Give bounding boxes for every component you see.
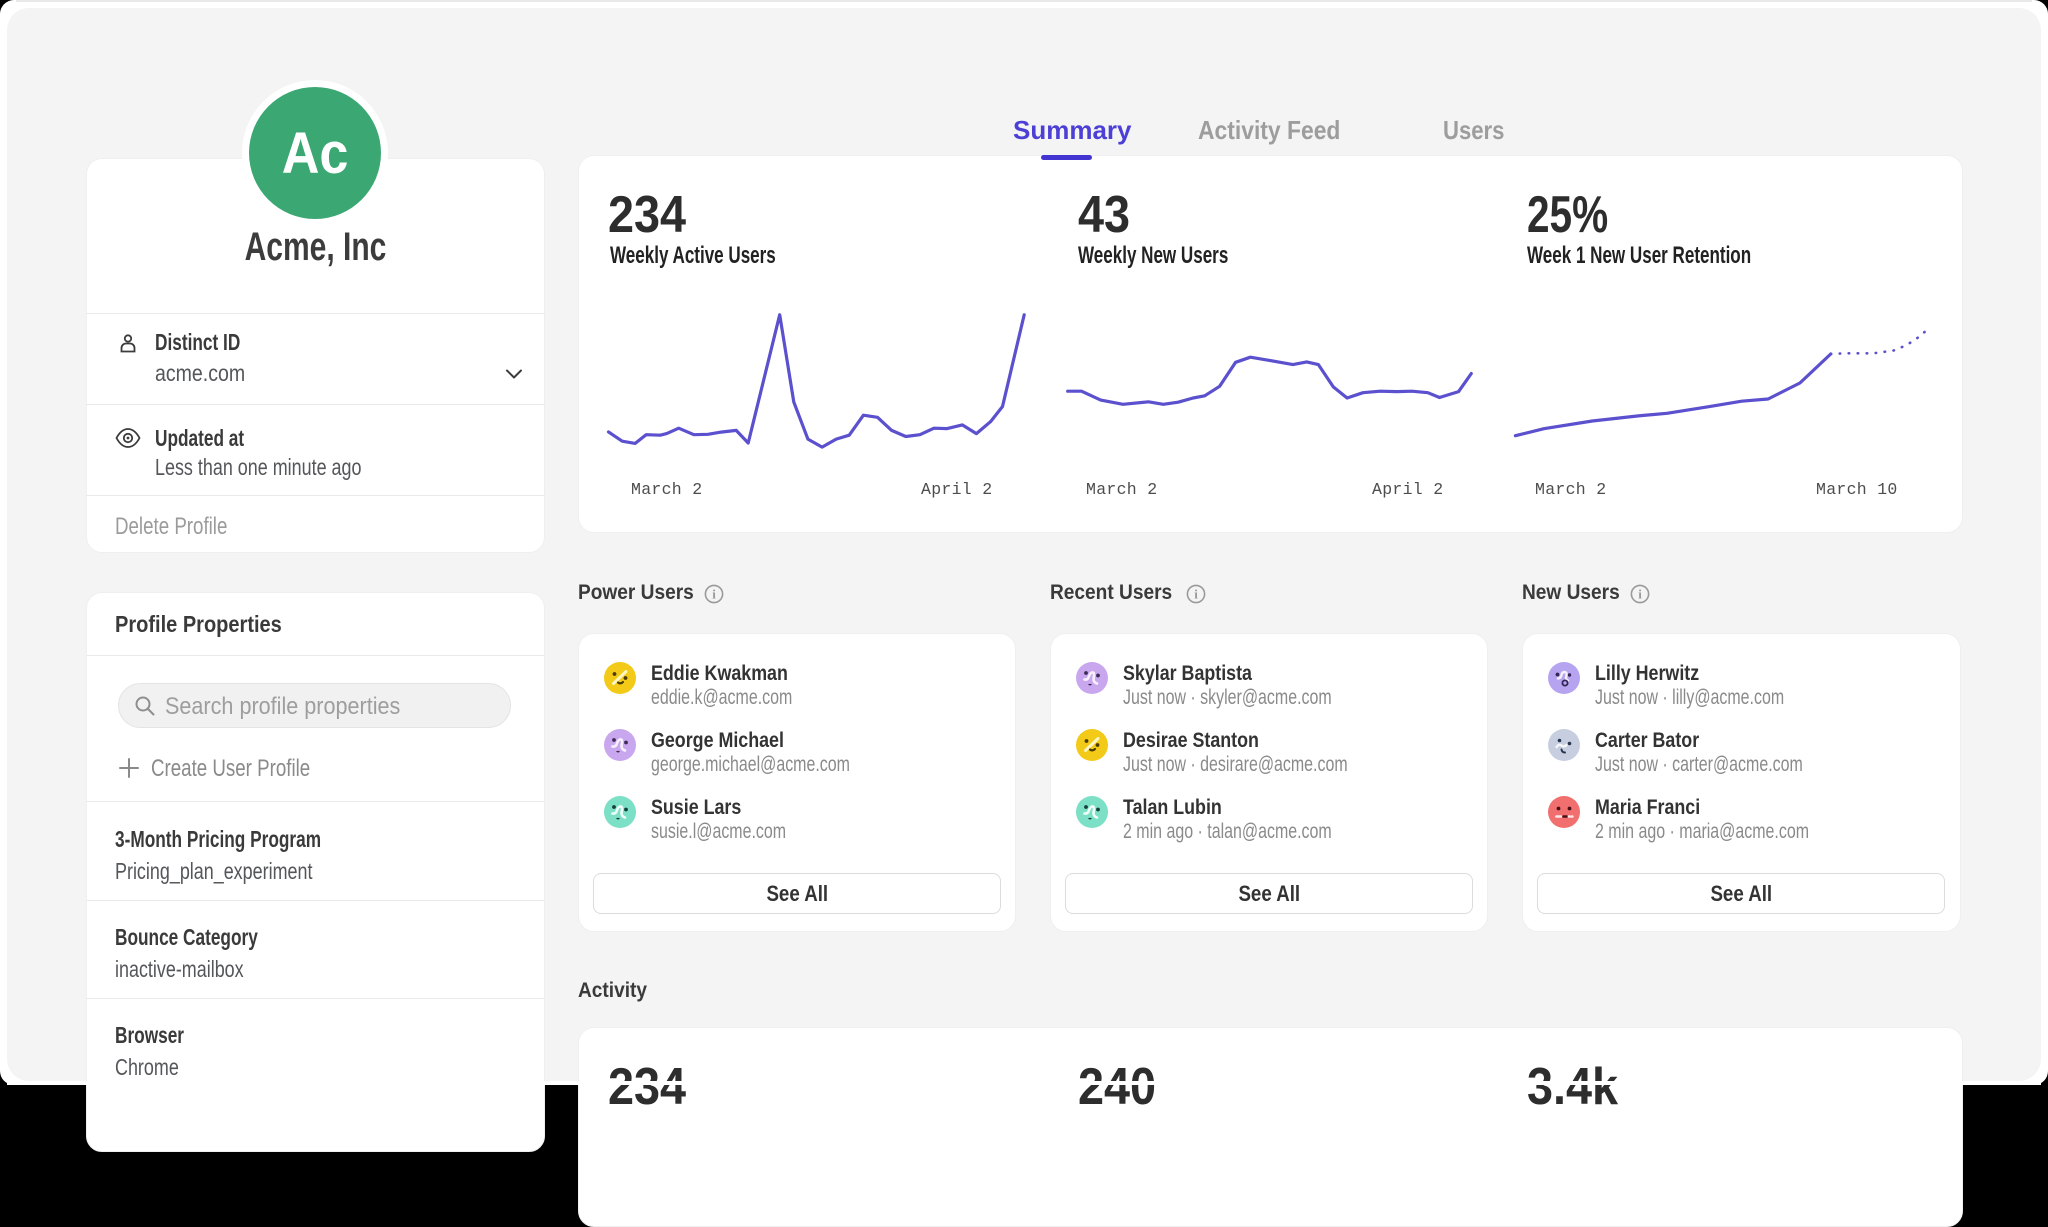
svg-text:i: i xyxy=(1194,586,1198,601)
svg-text:i: i xyxy=(1638,586,1642,601)
svg-text:i: i xyxy=(712,586,716,601)
